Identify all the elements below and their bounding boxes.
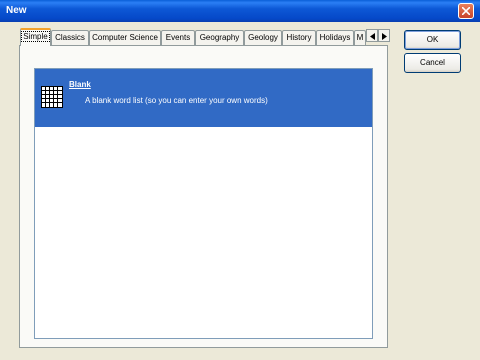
list-item-blank[interactable]: Blank A blank word list (so you can ente…	[35, 69, 372, 127]
ok-button[interactable]: OK	[404, 30, 461, 50]
tab-geography[interactable]: Geography	[195, 30, 244, 45]
tab-computer-science[interactable]: Computer Science	[89, 30, 161, 45]
tab-classics[interactable]: Classics	[51, 30, 89, 45]
tab-holidays[interactable]: Holidays	[316, 30, 354, 45]
tab-events[interactable]: Events	[161, 30, 195, 45]
tab-scroll-left-button[interactable]	[366, 29, 378, 42]
tab-more[interactable]: M	[354, 30, 366, 45]
close-icon	[462, 7, 470, 15]
left-arrow-icon	[370, 33, 375, 40]
list-item-description: A blank word list (so you can enter your…	[85, 96, 268, 105]
right-arrow-icon	[382, 33, 387, 40]
close-button[interactable]	[458, 3, 474, 19]
tab-history[interactable]: History	[282, 30, 316, 45]
grid-icon	[41, 86, 63, 108]
title-bar[interactable]: New	[0, 0, 480, 22]
tab-scroll-right-button[interactable]	[378, 29, 390, 42]
tab-simple[interactable]: Simple	[20, 28, 51, 46]
tab-geology[interactable]: Geology	[244, 30, 282, 45]
cancel-button[interactable]: Cancel	[404, 53, 461, 73]
list-item-title: Blank	[69, 80, 91, 89]
new-dialog: New Simple Classics Computer Science Eve…	[0, 0, 480, 360]
window-title: New	[6, 5, 27, 16]
template-list[interactable]: Blank A blank word list (so you can ente…	[34, 68, 373, 339]
